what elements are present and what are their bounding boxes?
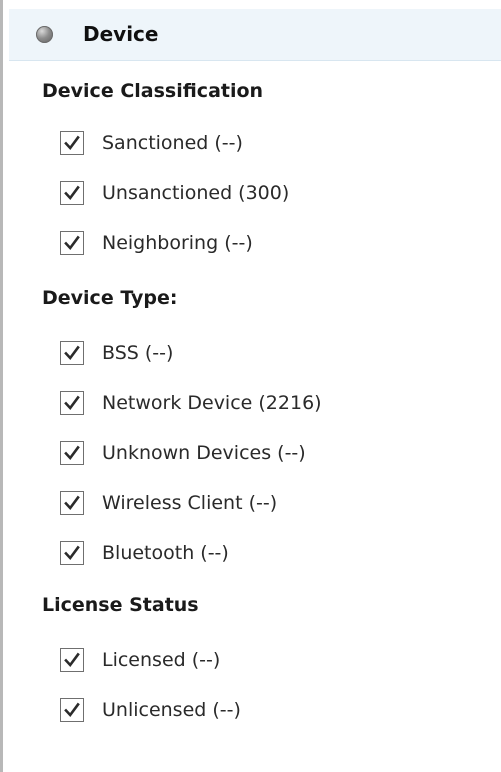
bluetooth-checkbox[interactable]: [60, 541, 84, 565]
unknown-devices-checkbox[interactable]: [60, 441, 84, 465]
checkmark-icon: [64, 445, 80, 461]
unlicensed-label: Unlicensed (--): [102, 699, 241, 721]
network-device-checkbox[interactable]: [60, 391, 84, 415]
checkmark-icon: [64, 345, 80, 361]
licensed-option[interactable]: Licensed (--): [60, 647, 220, 673]
device-type-title: Device Type:: [42, 287, 178, 309]
unsanctioned-label: Unsanctioned (300): [102, 182, 290, 204]
sanctioned-option[interactable]: Sanctioned (--): [60, 130, 243, 156]
panel-left-border: [0, 0, 3, 772]
checkmark-icon: [64, 395, 80, 411]
checkmark-icon: [64, 495, 80, 511]
wireless-client-option[interactable]: Wireless Client (--): [60, 490, 277, 516]
checkmark-icon: [64, 702, 80, 718]
wireless-client-label: Wireless Client (--): [102, 492, 278, 514]
checkmark-icon: [64, 545, 80, 561]
network-device-option[interactable]: Network Device (2216): [60, 390, 322, 416]
device-filter-panel: Device Device Classification Sanctioned …: [0, 0, 501, 772]
device-section-header[interactable]: Device: [9, 9, 501, 61]
bluetooth-label: Bluetooth (--): [102, 542, 229, 564]
bluetooth-option[interactable]: Bluetooth (--): [60, 540, 229, 566]
unsanctioned-option[interactable]: Unsanctioned (300): [60, 180, 289, 206]
bss-checkbox[interactable]: [60, 341, 84, 365]
license-status-title: License Status: [42, 594, 199, 616]
licensed-checkbox[interactable]: [60, 648, 84, 672]
unknown-devices-option[interactable]: Unknown Devices (--): [60, 440, 306, 466]
checkmark-icon: [64, 185, 80, 201]
device-header-title: Device: [83, 22, 159, 46]
unsanctioned-checkbox[interactable]: [60, 181, 84, 205]
wireless-client-checkbox[interactable]: [60, 491, 84, 515]
checkmark-icon: [64, 652, 80, 668]
neighboring-checkbox[interactable]: [60, 231, 84, 255]
network-device-label: Network Device (2216): [102, 392, 322, 414]
bss-option[interactable]: BSS (--): [60, 340, 173, 366]
neighboring-option[interactable]: Neighboring (--): [60, 230, 253, 256]
unknown-devices-label: Unknown Devices (--): [102, 442, 306, 464]
licensed-label: Licensed (--): [102, 649, 221, 671]
bss-label: BSS (--): [102, 342, 174, 364]
checkmark-icon: [64, 235, 80, 251]
unlicensed-option[interactable]: Unlicensed (--): [60, 697, 241, 723]
sanctioned-label: Sanctioned (--): [102, 132, 243, 154]
unlicensed-checkbox[interactable]: [60, 698, 84, 722]
checkmark-icon: [64, 135, 80, 151]
device-classification-title: Device Classification: [42, 80, 264, 102]
sanctioned-checkbox[interactable]: [60, 131, 84, 155]
status-dot-icon: [36, 26, 53, 43]
neighboring-label: Neighboring (--): [102, 232, 253, 254]
